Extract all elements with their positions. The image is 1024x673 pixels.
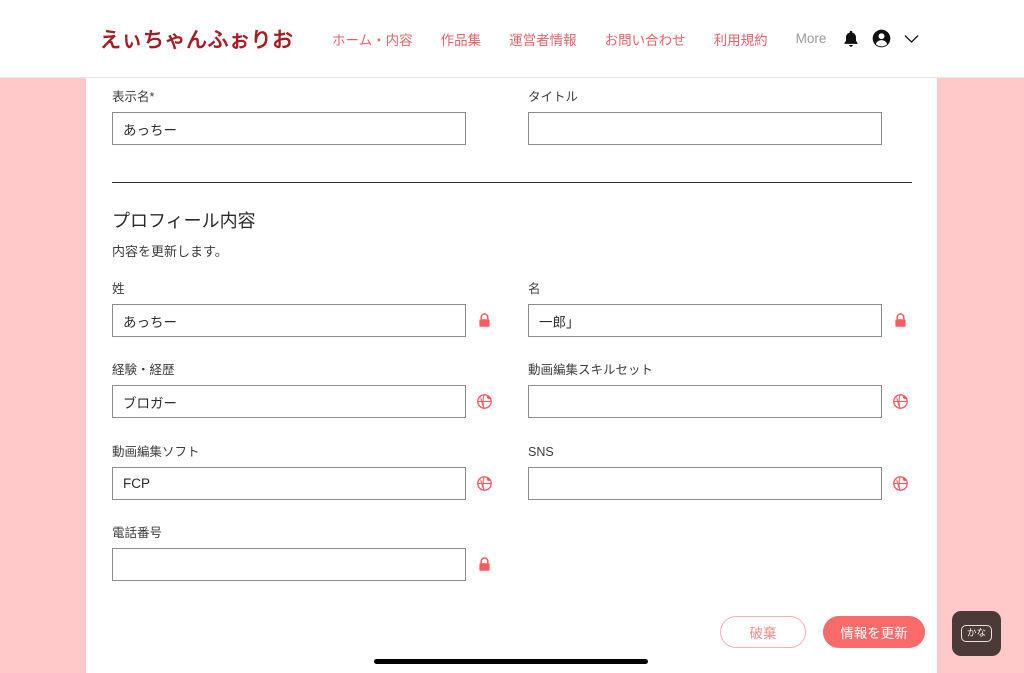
site-logo[interactable]: えぃちゃんふぉりお: [100, 24, 294, 54]
account-circle-icon[interactable]: [872, 29, 891, 48]
field-label-editing-software: 動画編集ソフト: [112, 445, 200, 459]
nav-item-more[interactable]: More: [782, 31, 841, 46]
field-phone-number: 電話番号: [112, 526, 492, 581]
section-divider: [112, 182, 912, 183]
input-row-sns: [528, 467, 908, 500]
input-row-editing-software: [112, 467, 492, 500]
field-label-sns: SNS: [528, 445, 554, 459]
input-row-experience: [112, 385, 492, 418]
field-label-title: タイトル: [528, 90, 579, 104]
lock-icon[interactable]: [476, 557, 492, 573]
nav-item-terms[interactable]: 利用規約: [700, 29, 782, 49]
globe-icon[interactable]: [892, 476, 908, 492]
globe-icon[interactable]: [476, 394, 492, 410]
sns-input[interactable]: [528, 467, 882, 500]
nav-item-contact[interactable]: お問い合わせ: [591, 29, 700, 49]
profile-edit-form: 表示名* タイトル プロフィール内容 内容を更新します。 姓 名: [86, 78, 937, 673]
editing-skillset-input[interactable]: [528, 385, 882, 418]
field-first-name: 名: [528, 282, 908, 337]
section-title: プロフィール内容: [112, 211, 256, 231]
input-row-first-name: [528, 304, 908, 337]
field-label-phone-number: 電話番号: [112, 526, 163, 540]
globe-icon[interactable]: [476, 476, 492, 492]
section-subtitle: 内容を更新します。: [112, 244, 228, 259]
lock-icon[interactable]: [476, 313, 492, 329]
nav-item-home[interactable]: ホーム・内容: [318, 29, 427, 49]
field-label-display-name: 表示名*: [112, 90, 155, 104]
lock-icon[interactable]: [892, 313, 908, 329]
nav-item-works[interactable]: 作品集: [427, 29, 496, 49]
title-input[interactable]: [528, 112, 882, 145]
last-name-input[interactable]: [112, 304, 466, 337]
update-info-button[interactable]: 情報を更新: [823, 616, 925, 648]
field-sns: SNS: [528, 445, 908, 500]
phone-number-input[interactable]: [112, 548, 466, 581]
field-label-editing-skillset: 動画編集スキルセット: [528, 363, 654, 377]
field-editing-software: 動画編集ソフト: [112, 445, 492, 500]
input-row-phone-number: [112, 548, 492, 581]
form-actions: 破棄 情報を更新: [720, 616, 925, 648]
field-label-experience: 経験・経歴: [112, 363, 175, 377]
field-experience: 経験・経歴: [112, 363, 492, 418]
field-title: タイトル: [528, 90, 882, 145]
display-name-input[interactable]: [112, 112, 466, 145]
field-label-last-name: 姓: [112, 282, 125, 296]
top-navigation-bar: えぃちゃんふぉりお ホーム・内容 作品集 運営者情報 お問い合わせ 利用規約 M…: [0, 0, 1024, 78]
navbar-actions: [843, 29, 919, 48]
input-row-editing-skillset: [528, 385, 908, 418]
nav-item-operator-info[interactable]: 運営者情報: [495, 29, 591, 49]
home-indicator: [374, 659, 648, 664]
field-display-name: 表示名*: [112, 90, 466, 145]
notification-bell-icon[interactable]: [843, 30, 859, 48]
ime-indicator-widget[interactable]: かな: [952, 611, 1001, 656]
field-editing-skillset: 動画編集スキルセット: [528, 363, 908, 418]
first-name-input[interactable]: [528, 304, 882, 337]
input-row-display-name: [112, 112, 466, 145]
globe-icon[interactable]: [892, 394, 908, 410]
discard-button[interactable]: 破棄: [720, 616, 806, 648]
field-label-first-name: 名: [528, 282, 541, 296]
experience-input[interactable]: [112, 385, 466, 418]
input-row-last-name: [112, 304, 492, 337]
field-last-name: 姓: [112, 282, 492, 337]
required-marker: *: [149, 90, 155, 104]
ime-mode-label: かな: [960, 625, 992, 642]
main-navigation: ホーム・内容 作品集 運営者情報 お問い合わせ 利用規約 More: [318, 29, 840, 49]
editing-software-input[interactable]: [112, 467, 466, 500]
input-row-title: [528, 112, 882, 145]
chevron-down-icon[interactable]: [904, 34, 919, 44]
